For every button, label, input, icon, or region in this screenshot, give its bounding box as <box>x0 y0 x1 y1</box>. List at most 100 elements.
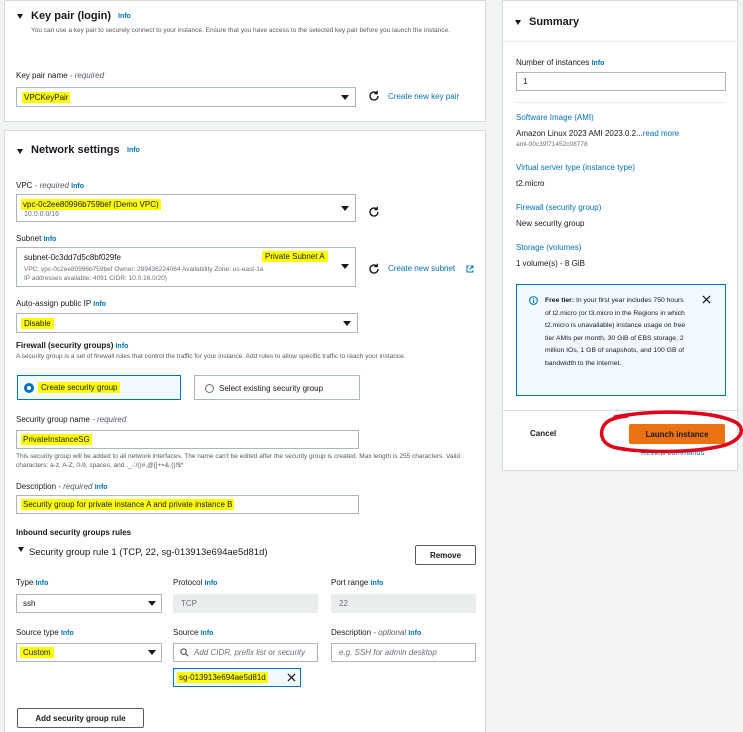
summary-divider <box>503 41 739 42</box>
close-icon[interactable] <box>287 673 296 682</box>
keypair-panel: Key pair (login) Info You can use a key … <box>4 0 486 122</box>
sg-name-label: Security group name - required <box>16 415 127 424</box>
public-ip-label: Auto-assign public IP Info <box>16 299 107 308</box>
instances-label: Number of instances Info <box>516 58 605 67</box>
chevron-down-icon <box>343 321 351 326</box>
free-tier-alert: Free tier: In your first year includes 7… <box>516 284 726 396</box>
collapse-caret-icon[interactable] <box>18 547 24 552</box>
option-existing-label: Select existing security group <box>219 384 324 393</box>
vpc-label: VPC - required Info <box>16 181 84 190</box>
description-label: Description - required Info <box>16 482 108 491</box>
instances-value: 1 <box>523 77 528 86</box>
chevron-down-icon <box>148 650 156 655</box>
info-circle-icon <box>529 296 538 305</box>
sg-name-value: PrivateInstanceSG <box>21 434 92 445</box>
port-range-field: 22 <box>331 594 476 613</box>
vpc-select-value: vpc-0c2ee80996b759bef (Demo VPC) <box>21 199 161 210</box>
create-subnet-link[interactable]: Create new subnet <box>388 264 455 273</box>
subnet-meta-2: IP addresses available: 4091 CIDR: 10.0.… <box>24 275 167 282</box>
sg-name-help: This security group will be added to all… <box>16 453 460 469</box>
source-type-label: Source type Info <box>16 628 74 637</box>
close-icon[interactable] <box>702 295 711 304</box>
source-token[interactable]: sg-013913e694ae5d81d <box>173 668 301 687</box>
firewall-summary-label[interactable]: Firewall (security group) <box>516 203 601 212</box>
option-create-label: Create security group <box>38 382 121 393</box>
firewall-label: Firewall (security groups) Info <box>16 341 129 350</box>
remove-rule-button[interactable]: Remove <box>415 545 476 565</box>
inbound-rules-title: Inbound security groups rules <box>16 528 132 537</box>
refresh-icon[interactable] <box>368 90 380 102</box>
refresh-icon[interactable] <box>368 206 380 218</box>
rule-description-label: Description - optional Info <box>331 628 422 637</box>
description-value: Security group for private instance A an… <box>21 499 235 510</box>
ami-label[interactable]: Software Image (AMI) <box>516 113 594 122</box>
instance-type-value: t2.micro <box>516 179 545 188</box>
public-ip-value: Disable <box>21 318 54 329</box>
source-input[interactable]: Add CIDR, prefix list or security <box>173 643 318 662</box>
vpc-cidr: 10.0.0.0/16 <box>24 211 60 218</box>
refresh-icon[interactable] <box>368 263 380 275</box>
summary-panel: Summary Number of instances Info 1 Softw… <box>502 0 739 471</box>
keypair-select-value: VPCKeyPair <box>22 92 71 103</box>
protocol-value: TCP <box>181 599 197 608</box>
rule-title: Security group rule 1 (TCP, 22, sg-01391… <box>29 547 268 558</box>
storage-label[interactable]: Storage (volumes) <box>516 243 581 252</box>
vpc-select[interactable]: vpc-0c2ee80996b759bef (Demo VPC) 10.0.0.… <box>16 194 356 222</box>
source-token-value: sg-013913e694ae5d81d <box>177 672 268 683</box>
keypair-description: You can use a key pair to securely conne… <box>31 27 450 34</box>
network-title: Network settings <box>31 144 120 156</box>
firewall-description: A security group is a set of firewall ru… <box>16 353 406 360</box>
option-existing-security-group[interactable]: Select existing security group <box>194 375 360 400</box>
chevron-down-icon <box>148 601 156 606</box>
subnet-meta-1: VPC: vpc-0c2ee80996b759bef Owner: 289436… <box>24 266 264 273</box>
read-more-link[interactable]: read more <box>643 129 679 138</box>
source-label: Source Info <box>173 628 214 637</box>
source-placeholder: Add CIDR, prefix list or security <box>194 648 306 657</box>
network-info-link[interactable]: Info <box>127 147 140 154</box>
red-annotation-circle <box>599 410 743 454</box>
collapse-caret-icon[interactable] <box>17 14 23 19</box>
instance-type-label[interactable]: Virtual server type (instance type) <box>516 163 635 172</box>
keypair-title: Key pair (login) <box>31 10 112 22</box>
keypair-info-link[interactable]: Info <box>118 13 131 20</box>
protocol-field: TCP <box>173 594 318 613</box>
free-tier-text: Free tier: In your first year includes 7… <box>545 297 686 367</box>
instances-input[interactable]: 1 <box>516 72 726 91</box>
keypair-name-label: Key pair name - required <box>16 71 105 80</box>
chevron-down-icon <box>341 206 349 211</box>
type-select[interactable]: ssh <box>16 594 162 613</box>
create-keypair-link[interactable]: Create new key pair <box>388 92 459 101</box>
external-link-icon <box>466 265 474 273</box>
collapse-caret-icon[interactable] <box>17 149 23 154</box>
subnet-label: Subnet Info <box>16 234 57 243</box>
port-range-label: Port range Info <box>331 578 384 587</box>
chevron-down-icon <box>341 95 349 100</box>
ami-id: ami-00c39f71452c08778 <box>516 141 588 148</box>
keypair-select[interactable]: VPCKeyPair <box>16 87 356 107</box>
protocol-label: Protocol Info <box>173 578 218 587</box>
public-ip-select[interactable]: Disable <box>16 313 358 333</box>
rule-description-placeholder: e.g. SSH for admin desktop <box>339 648 437 657</box>
source-type-select[interactable]: Custom <box>16 643 162 662</box>
port-range-value: 22 <box>339 599 348 608</box>
collapse-caret-icon[interactable] <box>515 20 521 25</box>
subnet-select[interactable]: subnet-0c3dd7d5c8bf029fe Private Subnet … <box>16 247 356 287</box>
ami-value: Amazon Linux 2023 AMI 2023.0.2...read mo… <box>516 129 680 138</box>
summary-title: Summary <box>529 16 580 28</box>
rule-description-input[interactable]: e.g. SSH for admin desktop <box>331 643 476 662</box>
search-icon <box>180 648 189 657</box>
add-security-group-rule-button[interactable]: Add security group rule <box>17 708 144 728</box>
option-create-security-group[interactable]: Create security group <box>17 375 181 400</box>
type-label: Type Info <box>16 578 49 587</box>
type-value: ssh <box>23 599 36 608</box>
storage-value: 1 volume(s) - 8 GiB <box>516 259 585 268</box>
cancel-button[interactable]: Cancel <box>530 429 556 438</box>
chevron-down-icon <box>341 264 349 269</box>
radio-unselected-icon <box>205 384 214 393</box>
sg-name-input[interactable]: PrivateInstanceSG <box>16 430 359 449</box>
radio-selected-icon <box>24 383 34 393</box>
subnet-id: subnet-0c3dd7d5c8bf029fe <box>24 253 121 262</box>
description-input[interactable]: Security group for private instance A an… <box>16 495 359 514</box>
network-panel: Network settings Info VPC - required Inf… <box>4 130 486 732</box>
source-type-value: Custom <box>20 647 54 658</box>
